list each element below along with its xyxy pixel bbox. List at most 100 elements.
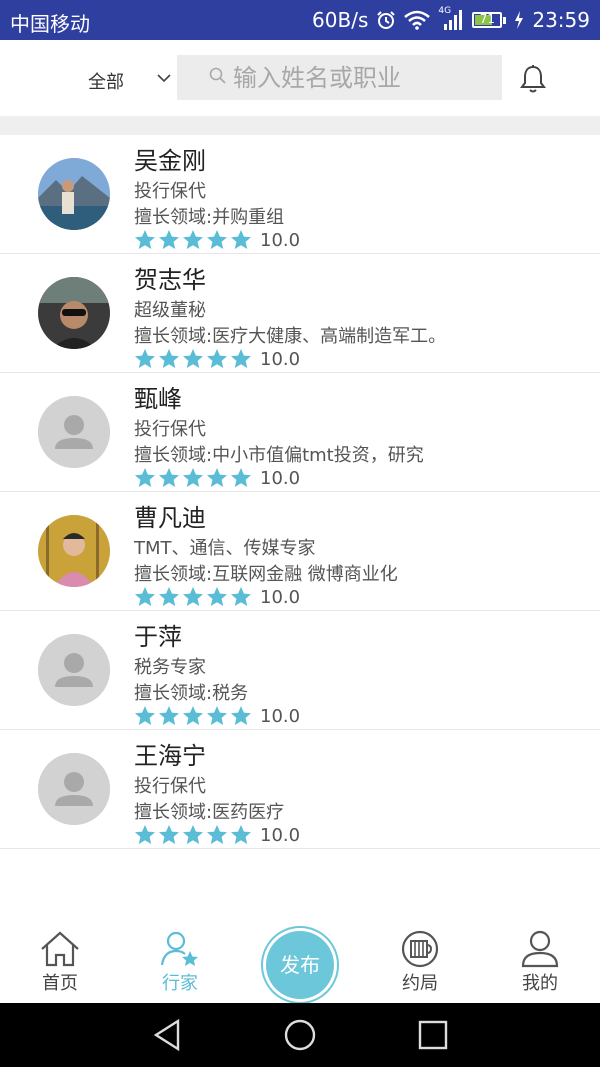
avatar[interactable] <box>38 634 110 706</box>
star-icon <box>207 587 227 606</box>
tab-experts[interactable]: 行家 <box>120 929 240 995</box>
star-icon <box>231 349 251 368</box>
rating-score: 10.0 <box>260 824 301 846</box>
star-rating <box>134 467 252 489</box>
star-rating <box>134 705 252 727</box>
star-rating <box>134 348 252 370</box>
search-box[interactable] <box>177 55 502 100</box>
star-rating <box>134 824 252 846</box>
star-icon <box>231 468 251 487</box>
rating-score: 10.0 <box>260 467 301 489</box>
star-icon <box>159 230 179 249</box>
tab-label: 行家 <box>162 973 198 994</box>
star-icon <box>183 706 203 725</box>
star-icon <box>159 825 179 844</box>
expert-name: 贺志华 <box>134 266 206 294</box>
search-input[interactable] <box>233 55 493 100</box>
star-icon <box>231 825 251 844</box>
star-icon <box>231 706 251 725</box>
star-icon <box>183 230 203 249</box>
tab-label: 我的 <box>522 973 558 994</box>
expert-field: 擅长领域:中小市值偏tmt投资，研究 <box>134 445 424 466</box>
star-icon <box>183 468 203 487</box>
star-icon <box>183 349 203 368</box>
star-icon <box>135 230 155 249</box>
back-icon[interactable] <box>150 1017 186 1053</box>
avatar[interactable] <box>38 515 110 587</box>
star-rating <box>134 586 252 608</box>
status-bar: 中国移动 60B/s 4G 71 23:59 <box>0 0 600 40</box>
meeting-icon <box>401 930 439 968</box>
chevron-down-icon[interactable] <box>156 70 172 86</box>
star-icon <box>207 825 227 844</box>
publish-button[interactable]: 发布 <box>266 931 334 999</box>
star-icon <box>207 349 227 368</box>
expert-title: 超级董秘 <box>134 300 206 321</box>
star-icon <box>135 349 155 368</box>
star-icon <box>135 706 155 725</box>
expert-title: 税务专家 <box>134 657 206 678</box>
star-icon <box>159 587 179 606</box>
star-icon <box>159 706 179 725</box>
rating: 10.0 <box>134 824 300 846</box>
rating-score: 10.0 <box>260 229 301 251</box>
battery-icon: 71 <box>472 12 507 28</box>
avatar[interactable] <box>38 753 110 825</box>
expert-row[interactable]: 吴金刚 投行保代 擅长领域:并购重组 10.0 <box>0 135 600 254</box>
avatar[interactable] <box>38 396 110 468</box>
expert-field: 擅长领域:互联网金融 微博商业化 <box>134 564 398 585</box>
expert-title: 投行保代 <box>134 776 206 797</box>
tab-label: 首页 <box>42 973 78 994</box>
star-icon <box>135 587 155 606</box>
tab-label: 约局 <box>402 973 438 994</box>
carrier-label: 中国移动 <box>10 12 90 36</box>
expert-field: 擅长领域:并购重组 <box>134 207 285 228</box>
recents-icon[interactable] <box>415 1017 451 1053</box>
expert-name: 王海宁 <box>134 742 206 770</box>
rating: 10.0 <box>134 229 300 251</box>
system-nav-bar <box>0 1003 600 1067</box>
expert-row[interactable]: 王海宁 投行保代 擅长领域:医药医疗 10.0 <box>0 730 600 849</box>
expert-title: TMT、通信、传媒专家 <box>134 538 316 559</box>
expert-row[interactable]: 甄峰 投行保代 擅长领域:中小市值偏tmt投资，研究 10.0 <box>0 373 600 492</box>
expert-name: 于萍 <box>134 623 182 651</box>
clock: 23:59 <box>532 8 590 32</box>
star-icon <box>207 706 227 725</box>
network-speed: 60B/s <box>312 8 369 32</box>
rating-score: 10.0 <box>260 705 301 727</box>
star-icon <box>159 349 179 368</box>
expert-row[interactable]: 贺志华超级董秘擅长领域:医疗大健康、高端制造军工。 10.0 <box>0 254 600 373</box>
rating-score: 10.0 <box>260 348 301 370</box>
rating: 10.0 <box>134 586 300 608</box>
rating: 10.0 <box>134 467 300 489</box>
star-icon <box>135 468 155 487</box>
tab-home[interactable]: 首页 <box>0 929 120 995</box>
top-bar: 全部 <box>0 40 600 116</box>
avatar[interactable] <box>38 277 110 349</box>
status-right: 60B/s 4G 71 23:59 <box>312 6 590 33</box>
star-icon <box>231 230 251 249</box>
expert-row[interactable]: 于萍 税务专家 擅长领域:税务 10.0 <box>0 611 600 730</box>
expert-name: 甄峰 <box>134 385 182 413</box>
tab-profile[interactable]: 我的 <box>480 929 600 995</box>
home-button-icon[interactable] <box>282 1017 318 1053</box>
tab-meetings[interactable]: 约局 <box>360 929 480 995</box>
signal-icon: 4G <box>438 6 464 31</box>
rating: 10.0 <box>134 705 300 727</box>
avatar[interactable] <box>38 158 110 230</box>
charging-icon <box>515 11 524 29</box>
expert-field: 擅长领域:医疗大健康、高端制造军工。 <box>134 326 447 347</box>
expert-title: 投行保代 <box>134 181 206 202</box>
rating: 10.0 <box>134 348 300 370</box>
section-divider <box>0 116 600 135</box>
rating-score: 10.0 <box>260 586 301 608</box>
expert-list: 吴金刚 投行保代 擅长领域:并购重组 10.0 贺志华 超级董秘 擅长领域:医疗大健康、高端… <box>0 135 600 849</box>
bottom-tab-bar: 首页 行家 发布 约局 我的 <box>0 923 600 1003</box>
category-filter[interactable]: 全部 <box>88 68 124 94</box>
battery-level: 71 <box>479 12 495 26</box>
star-icon <box>135 825 155 844</box>
bell-icon[interactable] <box>519 64 547 94</box>
expert-name: 曹凡迪 <box>134 504 206 532</box>
star-icon <box>207 468 227 487</box>
expert-row[interactable]: 曹凡迪 TMT、通信、传媒专家擅长领域:互联网金融 微博商业化 10.0 <box>0 492 600 611</box>
